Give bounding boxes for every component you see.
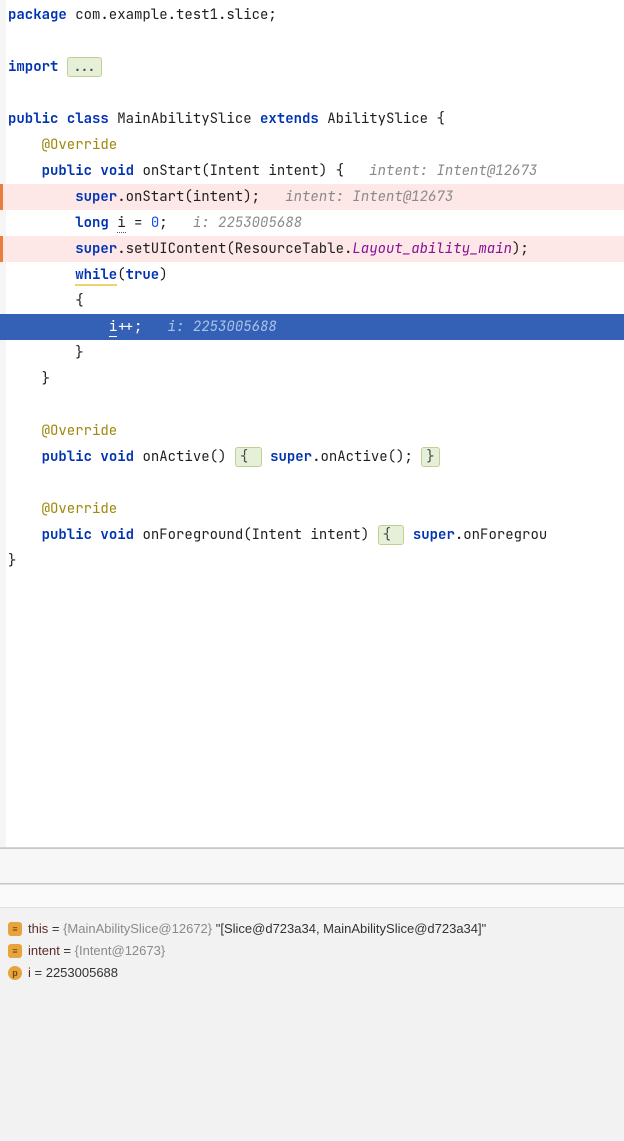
code-line[interactable]: package com.example.test1.slice; [0, 2, 624, 28]
inline-hint: intent: Intent@12673 [369, 162, 537, 180]
fold-brace[interactable]: { [235, 447, 262, 467]
code-line[interactable]: } [0, 366, 624, 392]
breakpoint-stripe [0, 236, 3, 262]
variables-panel[interactable]: ≡ this = {MainAbilitySlice@12672} "[Slic… [0, 908, 624, 1141]
code-line[interactable] [0, 392, 624, 418]
code-editor[interactable]: package com.example.test1.slice; import … [0, 0, 624, 847]
execution-line[interactable]: i++; i: 2253005688 [0, 314, 624, 340]
fold-brace[interactable]: } [421, 447, 439, 467]
fold-brace[interactable]: { [378, 525, 405, 545]
code-line[interactable]: while(true) [0, 262, 624, 288]
code-line[interactable]: super.setUIContent(ResourceTable.Layout_… [0, 236, 624, 262]
code-line[interactable]: super.onStart(intent); intent: Intent@12… [0, 184, 624, 210]
primitive-icon: p [8, 966, 22, 980]
code-line[interactable]: @Override [0, 496, 624, 522]
variable-row[interactable]: p i = 2253005688 [8, 962, 616, 984]
variable-row[interactable]: ≡ intent = {Intent@12673} [8, 940, 616, 962]
code-line[interactable] [0, 28, 624, 54]
code-line[interactable]: @Override [0, 418, 624, 444]
fold-region[interactable]: ... [67, 57, 102, 77]
code-line[interactable]: import ... [0, 54, 624, 80]
object-icon: ≡ [8, 944, 22, 958]
inline-hint: intent: Intent@12673 [285, 188, 453, 206]
code-line[interactable] [0, 470, 624, 496]
breadcrumb-bar[interactable] [0, 884, 624, 908]
panel-gap [0, 848, 624, 884]
code-line[interactable]: long i = 0; i: 2253005688 [0, 210, 624, 236]
breakpoint-stripe [0, 184, 3, 210]
code-line[interactable] [0, 80, 624, 106]
variable-row[interactable]: ≡ this = {MainAbilitySlice@12672} "[Slic… [8, 918, 616, 940]
code-line[interactable]: public void onForeground(Intent intent) … [0, 522, 624, 548]
inline-hint: i: 2253005688 [168, 318, 277, 336]
execution-point-stripe [0, 314, 6, 340]
code-line[interactable]: } [0, 340, 624, 366]
code-line[interactable]: public void onStart(Intent intent) { int… [0, 158, 624, 184]
code-line[interactable]: public class MainAbilitySlice extends Ab… [0, 106, 624, 132]
inline-hint: i: 2253005688 [193, 214, 302, 232]
code-line[interactable]: public void onActive() { super.onActive(… [0, 444, 624, 470]
code-line[interactable]: { [0, 288, 624, 314]
object-icon: ≡ [8, 922, 22, 936]
code-line[interactable]: @Override [0, 132, 624, 158]
code-line[interactable]: } [0, 548, 624, 574]
